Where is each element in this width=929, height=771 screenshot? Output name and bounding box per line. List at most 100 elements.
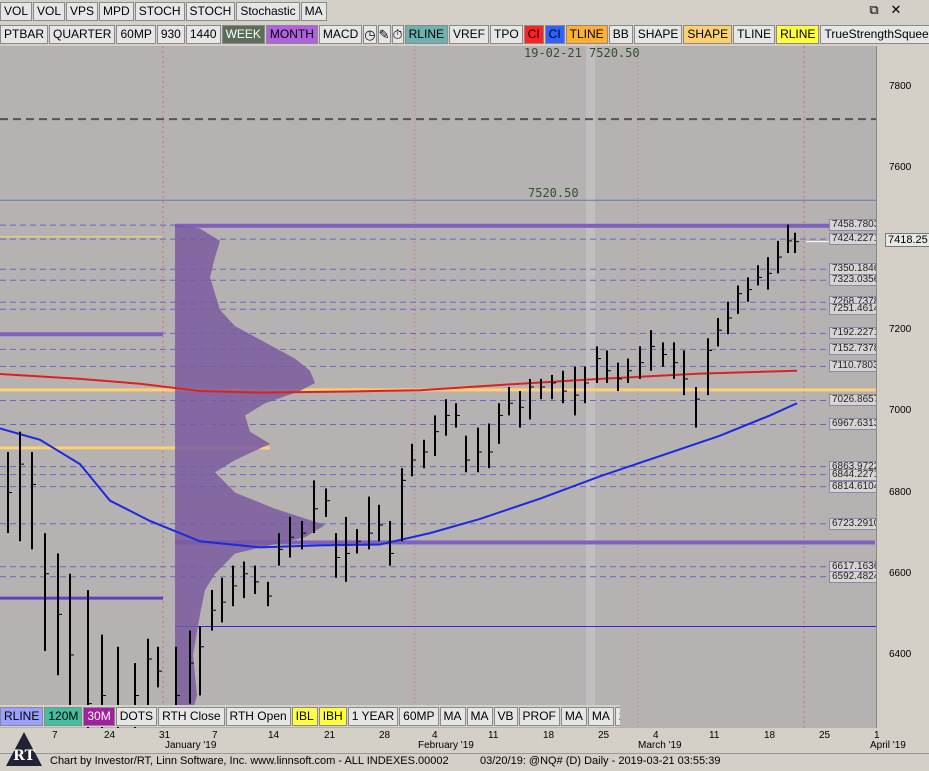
- stopwatch-icon[interactable]: ⏱: [391, 24, 404, 44]
- toolbar-shape-button[interactable]: SHAPE: [633, 24, 683, 44]
- price-level-label: 7458.7803: [829, 219, 876, 232]
- bottom-ma-button[interactable]: MA: [439, 706, 466, 726]
- date-axis[interactable]: 7 24 31 7 14 21 28 4 11 18 25 4 11 18 25 1 January '19 Fe…: [0, 728, 929, 753]
- price-tick-label: 7000: [889, 405, 912, 417]
- svg-text:RT: RT: [13, 748, 35, 764]
- indicator-stoch-button[interactable]: STOCH: [185, 1, 236, 21]
- toolbar-shape-button[interactable]: SHAPE: [683, 24, 733, 44]
- bottom-60mp-button[interactable]: 60MP: [399, 706, 439, 726]
- toolbar-rline-button[interactable]: RLINE: [776, 24, 820, 44]
- indicator-toolbar: VOL VOL VPS MPD STOCH STOCH Stochastic MA: [0, 0, 860, 22]
- price-level-label: 6814.6104: [829, 480, 876, 493]
- indicator-ma-button[interactable]: MA: [300, 1, 327, 21]
- price-tick-label: 6600: [889, 567, 912, 579]
- toolbar-vref-button[interactable]: VREF: [448, 24, 489, 44]
- investor-rt-logo: RT: [2, 730, 46, 768]
- status-bar: RT Chart by Investor/RT, Linn Software, …: [0, 732, 929, 769]
- bottom-120m-button[interactable]: 120M: [44, 706, 83, 726]
- price-chart[interactable]: 19-02-21 7520.50 7520.50 7458.7803 7424.2…: [0, 46, 876, 728]
- price-tick-label: 6800: [889, 486, 912, 498]
- price-level-label: 7110.7803: [829, 360, 876, 373]
- toolbar-ptbar-button[interactable]: PTBAR: [0, 24, 49, 44]
- indicator-vps-button[interactable]: VPS: [66, 1, 99, 21]
- toolbar-1440-button[interactable]: 1440: [185, 24, 221, 44]
- month-label: March '19: [638, 740, 682, 751]
- toolbar-quarter-button[interactable]: QUARTER: [49, 24, 116, 44]
- toolbar-truestrengthsqueeze-button[interactable]: TrueStrengthSqueeze: [820, 24, 929, 44]
- price-level-label: 7323.0356: [829, 274, 876, 287]
- price-level-label: 6723.2910: [829, 517, 876, 530]
- indicator-vol-button[interactable]: VOL: [33, 1, 66, 21]
- date-tick-label: 18: [764, 730, 776, 741]
- clock-icon[interactable]: ◷: [363, 24, 377, 44]
- indicator-stoch-button[interactable]: STOCH: [134, 1, 185, 21]
- date-tick-label: 21: [324, 730, 336, 741]
- bottom-30m-button[interactable]: 30M: [83, 706, 115, 726]
- date-readout: 19-02-21 7520.50: [524, 46, 640, 60]
- price-level-label: 7026.8657: [829, 394, 876, 407]
- month-label: January '19: [165, 740, 217, 751]
- bottom-ma-button[interactable]: MA: [466, 706, 493, 726]
- date-tick-label: 7: [52, 730, 58, 741]
- chart-info-text: 03/20/19: @NQ# (D) Daily - 2019-03-21 03…: [480, 755, 721, 767]
- date-tick-label: 11: [709, 730, 720, 741]
- price-annotation: 7520.50: [528, 186, 579, 200]
- toolbar-ci-button[interactable]: CI: [544, 24, 565, 44]
- value-area-high-band: [175, 223, 830, 228]
- price-level-label: 7152.7378: [829, 343, 876, 356]
- toolbar-macd-button[interactable]: MACD: [318, 24, 363, 44]
- bottom-rth-close-button[interactable]: RTH Close: [158, 706, 225, 726]
- bottom-rline-button[interactable]: RLINE: [0, 706, 44, 726]
- toolbar-60mp-button[interactable]: 60MP: [116, 24, 156, 44]
- price-tick-label: 7800: [889, 80, 912, 92]
- pencil-icon[interactable]: ✎: [377, 24, 391, 44]
- chart-toolbar: PTBAR QUARTER 60MP 930 1440 WEEK MONTH MACD ◷ ✎ ⏱ R…: [0, 23, 929, 45]
- price-level-label: 6592.4824: [829, 570, 876, 583]
- toolbar-bb-button[interactable]: BB: [608, 24, 633, 44]
- close-window-button[interactable]: ✕: [886, 2, 906, 20]
- indicator-mpd-button[interactable]: MPD: [99, 1, 134, 21]
- price-level-label: 6844.2271: [829, 468, 876, 481]
- bottom-dots-button[interactable]: DOTS: [115, 706, 158, 726]
- restore-window-button[interactable]: ⧉: [864, 2, 884, 20]
- bottom-vb-button[interactable]: VB: [493, 706, 518, 726]
- current-price-marker: 7418.25: [885, 233, 929, 247]
- price-chart-canvas[interactable]: [0, 46, 876, 728]
- price-level-label: 7424.2271: [829, 233, 876, 246]
- credit-text: Chart by Investor/RT, Linn Software, Inc…: [50, 755, 449, 767]
- bottom-toolbar: RLINE 120M 30M DOTS RTH Close RTH Open IBL IBH 1…: [0, 705, 620, 727]
- month-label: April '19: [870, 740, 906, 751]
- toolbar-ci-button[interactable]: CI: [523, 24, 544, 44]
- bottom-rth-open-button[interactable]: RTH Open: [225, 706, 291, 726]
- price-axis[interactable]: 7800 7600 7200 7000 6800 6600 6400 7418.25: [876, 46, 929, 728]
- toolbar-month-button[interactable]: MONTH: [265, 24, 318, 44]
- price-tick-label: 7600: [889, 161, 912, 173]
- price-tick-label: 6400: [889, 648, 912, 660]
- bottom-2-hr-button[interactable]: 2 HR: [614, 706, 620, 726]
- toolbar-tline-button[interactable]: TLINE: [565, 24, 608, 44]
- bottom-ma-button[interactable]: MA: [560, 706, 587, 726]
- toolbar-week-button[interactable]: WEEK: [221, 24, 265, 44]
- date-tick-label: 25: [598, 730, 610, 741]
- bottom-prof-button[interactable]: PROF: [518, 706, 560, 726]
- date-tick-label: 18: [543, 730, 555, 741]
- toolbar-930-button[interactable]: 930: [156, 24, 185, 44]
- bottom-ibl-button[interactable]: IBL: [291, 706, 318, 726]
- toolbar-tline-button[interactable]: TLINE: [733, 24, 776, 44]
- indicator-stochastic-button[interactable]: Stochastic: [236, 1, 300, 21]
- toolbar-rline-button[interactable]: RLINE: [404, 24, 448, 44]
- price-level-label: 7251.4614: [829, 303, 876, 316]
- date-tick-label: 25: [819, 730, 831, 741]
- bottom-ibh-button[interactable]: IBH: [318, 706, 347, 726]
- price-level-label: 6967.6313: [829, 418, 876, 431]
- indicator-vol-button[interactable]: VOL: [0, 1, 33, 21]
- volume-profile: [175, 224, 325, 720]
- date-tick-label: 28: [379, 730, 391, 741]
- month-label: February '19: [418, 740, 474, 751]
- bottom-ma-button[interactable]: MA: [587, 706, 614, 726]
- date-tick-label: 11: [488, 730, 499, 741]
- toolbar-tpo-button[interactable]: TPO: [490, 24, 523, 44]
- blue-moving-average: [0, 402, 798, 549]
- price-level-label: 7192.2271: [829, 327, 876, 340]
- bottom-1-year-button[interactable]: 1 YEAR: [347, 706, 399, 726]
